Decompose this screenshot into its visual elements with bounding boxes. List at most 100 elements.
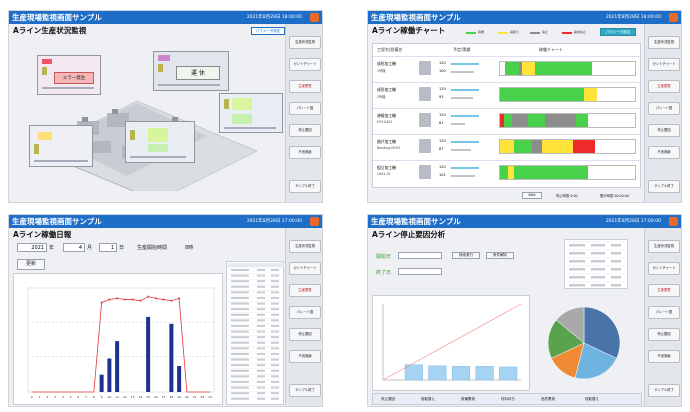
table-cell: [257, 386, 265, 389]
sidebar-item-exit[interactable]: サンプル終了: [648, 180, 680, 193]
bar: [475, 366, 494, 381]
sidebar-item-status[interactable]: 生産状況監視: [648, 36, 680, 49]
page-title: Aライン稼働日報: [13, 230, 72, 239]
machine-sub: E33-A201: [377, 120, 393, 124]
sidebar-item-stop[interactable]: 停止要因: [648, 124, 680, 137]
machine-card-3[interactable]: [219, 93, 283, 133]
close-icon[interactable]: [669, 13, 678, 22]
table-cell: [271, 308, 279, 311]
table-cell: [257, 381, 265, 383]
gantt-segment: [500, 140, 514, 153]
sidebar-item-defect[interactable]: 不良実績: [289, 350, 321, 363]
machine-card-5[interactable]: [125, 121, 195, 163]
machine-name: 曲げ加工機: [377, 139, 396, 144]
x-tick-label: 17: [162, 395, 166, 399]
close-icon[interactable]: [669, 217, 678, 226]
gantt-row: 組立加工機 CAS1-01 120 101: [373, 160, 640, 184]
actual-value: 61: [439, 121, 444, 125]
sidebar-item-status[interactable]: 生産状況監視: [289, 36, 321, 49]
sidebar-item-status[interactable]: 生産状況監視: [648, 240, 680, 253]
update-button[interactable]: 更新: [17, 259, 45, 270]
x-tick-label: 14: [138, 395, 142, 399]
reason-item[interactable]: 停止要因: [381, 397, 395, 402]
bar: [451, 366, 471, 381]
machine-card-1[interactable]: エラー発生: [37, 55, 101, 95]
sidebar-item-stop[interactable]: 停止要因: [289, 124, 321, 137]
bike-button[interactable]: Bike: [522, 192, 542, 199]
table-cell: [231, 297, 249, 299]
reason-item[interactable]: 品質異常: [541, 397, 555, 402]
sidebar-item-exit[interactable]: サンプル終了: [289, 180, 321, 193]
sidebar-item-defect[interactable]: 不良実績: [648, 350, 680, 363]
sidebar-item-history[interactable]: 生産履歴: [648, 284, 680, 297]
table-cell: [231, 285, 249, 288]
table-cell: [569, 252, 585, 255]
reset-button[interactable]: 条件解除: [486, 252, 514, 259]
start-date-input[interactable]: [398, 252, 442, 259]
month-input[interactable]: 4: [63, 243, 85, 252]
gantt-segment: [512, 114, 529, 127]
x-tick-label: 9: [101, 395, 103, 399]
table-cell: [271, 325, 279, 327]
year-input[interactable]: 2021: [17, 243, 47, 252]
reason-item[interactable]: 設備異常: [461, 397, 475, 402]
sidebar-item-gantt[interactable]: ガントチャート: [648, 58, 680, 71]
machine-card-4[interactable]: [29, 125, 93, 167]
gantt-panel: 生産現場監視画面サンプル 2021年8月28日 18:00:00 Aライン稼働チ…: [367, 10, 682, 203]
day-input[interactable]: 1: [99, 243, 117, 252]
search-button[interactable]: 検索実行: [452, 252, 480, 259]
sidebar-item-defect[interactable]: 不良実績: [648, 146, 680, 159]
close-icon[interactable]: [310, 13, 319, 22]
machine-icon: [419, 139, 431, 153]
x-tick-label: 5: [70, 395, 72, 399]
gantt-segment: [521, 62, 536, 75]
start-date-label: 開始日: [376, 254, 392, 260]
sidebar-item-gantt[interactable]: ガントチャート: [289, 58, 321, 71]
sidebar-menu: 生産状況監視 ガントチャート 生産履歴 パレート図 停止要因 不良実績 サンプル…: [285, 228, 322, 406]
sidebar-item-exit[interactable]: サンプル終了: [289, 384, 321, 397]
sidebar-item-exit[interactable]: サンプル終了: [648, 384, 680, 397]
x-tick-label: 0: [31, 395, 33, 399]
legend-setup: 段取り: [510, 30, 520, 34]
sidebar-item-pareto[interactable]: パレート図: [289, 102, 321, 115]
reason-item[interactable]: 段取替え: [585, 397, 599, 402]
table-cell: [257, 297, 265, 299]
gantt-bar: [499, 139, 636, 154]
machine-name: 成形加工機: [377, 87, 396, 92]
sidebar-item-pareto[interactable]: パレート図: [289, 306, 321, 319]
end-date-input[interactable]: [398, 268, 442, 275]
machine-card-2[interactable]: 運 休: [153, 51, 229, 91]
sidebar-item-history[interactable]: 生産履歴: [289, 284, 321, 297]
sidebar-item-history[interactable]: 生産履歴: [648, 80, 680, 93]
sidebar-item-history[interactable]: 生産履歴: [289, 80, 321, 93]
gantt-segment: [504, 114, 513, 127]
x-tick-label: 21: [193, 395, 197, 399]
actual-value: 100: [439, 69, 446, 73]
x-tick-label: 6: [77, 395, 79, 399]
close-icon[interactable]: [310, 217, 319, 226]
table-cell: [271, 297, 279, 299]
table-cell: [569, 260, 585, 263]
parameter-button[interactable]: パラメータ設定: [600, 28, 636, 36]
machine-sub: 1号機: [377, 69, 386, 73]
reason-item[interactable]: 段取替え: [421, 397, 435, 402]
sidebar-item-stop[interactable]: 停止要因: [648, 328, 680, 341]
table-cell: [231, 274, 249, 277]
line-point: [162, 298, 165, 301]
reason-item[interactable]: 材料待ち: [501, 397, 515, 402]
bar: [115, 341, 120, 392]
sidebar-item-pareto[interactable]: パレート図: [648, 102, 680, 115]
month-unit: 月: [87, 245, 93, 251]
table-cell: [231, 386, 249, 389]
machine-name: 組立加工機: [377, 165, 396, 170]
sidebar-item-pareto[interactable]: パレート図: [648, 306, 680, 319]
gantt-bar: [499, 87, 636, 102]
sidebar-item-stop[interactable]: 停止要因: [289, 328, 321, 341]
sidebar-item-gantt[interactable]: ガントチャート: [289, 262, 321, 275]
sidebar-item-defect[interactable]: 不良実績: [289, 146, 321, 159]
table-cell: [271, 274, 279, 277]
gantt-bar: [499, 165, 636, 180]
sidebar-item-status[interactable]: 生産状況監視: [289, 240, 321, 253]
parameter-button[interactable]: パラメータ設定: [251, 27, 285, 35]
sidebar-item-gantt[interactable]: ガントチャート: [648, 262, 680, 275]
